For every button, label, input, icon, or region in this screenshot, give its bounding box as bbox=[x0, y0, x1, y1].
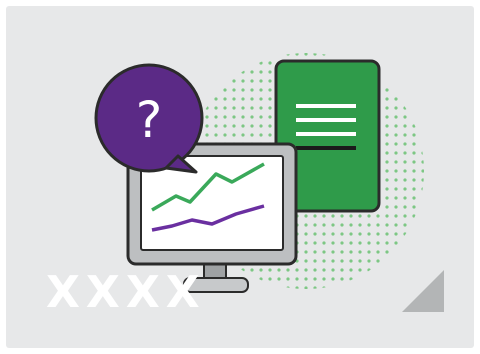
card-label: XXXX bbox=[46, 267, 206, 318]
corner-triangle-icon bbox=[402, 270, 444, 312]
bubble-question-mark: ? bbox=[136, 91, 163, 149]
question-bubble-icon: ? bbox=[94, 63, 204, 174]
tile-card[interactable]: ? XXXX bbox=[6, 6, 474, 348]
